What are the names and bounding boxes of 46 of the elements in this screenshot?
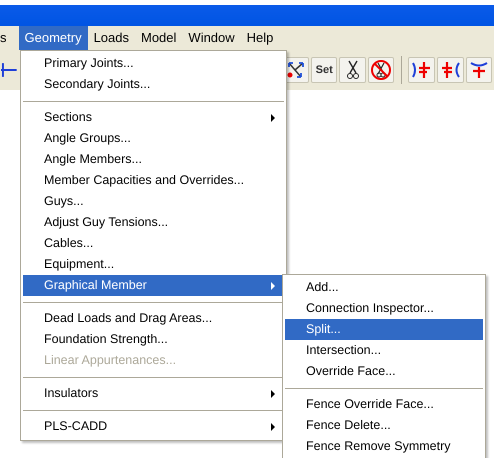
branch-arrows-icon <box>286 60 306 80</box>
menu-item[interactable]: Fence Delete... <box>285 415 483 436</box>
menu-item[interactable]: Split... <box>285 319 483 340</box>
submenu-arrow-icon <box>271 114 276 122</box>
menu-bar-item[interactable]: Geometry <box>18 26 88 50</box>
menu-item[interactable]: Graphical Member <box>23 275 284 296</box>
menu-item[interactable]: Secondary Joints... <box>23 74 284 95</box>
menu-item[interactable]: Dead Loads and Drag Areas... <box>23 308 284 329</box>
menu-item[interactable]: Intersection... <box>285 340 483 361</box>
member-split-icon <box>410 60 433 80</box>
menu-bar-item[interactable]: Window <box>182 26 241 50</box>
menu-item[interactable]: Fence Remove Symmetry <box>285 436 483 457</box>
no-scissors-icon <box>370 59 392 81</box>
menu-item[interactable]: Adjust Guy Tensions... <box>23 212 284 233</box>
menu-bar-item[interactable]: Help <box>240 26 280 50</box>
menu-bar-item[interactable]: Loads <box>88 26 135 50</box>
menu-item[interactable]: Add... <box>285 277 483 298</box>
toolbar-button[interactable] <box>339 57 366 83</box>
menu-item[interactable]: Foundation Strength... <box>23 329 284 350</box>
menu-item[interactable]: Primary Joints... <box>23 53 284 74</box>
toolbar-button[interactable] <box>408 57 435 83</box>
submenu-arrow-icon <box>271 390 276 398</box>
menu-item[interactable]: PLS-CADD <box>23 416 284 437</box>
menu-item[interactable]: Cables... <box>23 233 284 254</box>
joint-icon[interactable] <box>0 60 18 80</box>
menu-bar-item[interactable]: s <box>0 26 12 50</box>
toolbar-button[interactable] <box>436 57 464 83</box>
member-split-icon <box>468 60 490 80</box>
menu-item[interactable]: Insulators <box>23 383 284 404</box>
menu-bar-item[interactable]: Model <box>135 26 182 50</box>
member-split-icon <box>439 60 462 80</box>
submenu-arrow-icon <box>271 422 276 430</box>
menu-item[interactable]: Angle Groups... <box>23 128 284 149</box>
menu-item[interactable]: Equipment... <box>23 254 284 275</box>
submenu-arrow-icon <box>271 282 276 290</box>
menu-item[interactable]: Guys... <box>23 191 284 212</box>
scissors-icon <box>346 60 360 80</box>
menu-item[interactable]: Override Face... <box>285 361 483 382</box>
menu-item[interactable]: Angle Members... <box>23 149 284 170</box>
menu-item[interactable]: Fence Override Face... <box>285 394 483 415</box>
menu-item[interactable]: Sections <box>23 107 284 128</box>
menu-item[interactable]: Member Capacities and Overrides... <box>23 170 284 191</box>
toolbar-button[interactable]: Set <box>310 57 338 83</box>
toolbar-button[interactable] <box>466 57 492 83</box>
menu-item[interactable]: Connection Inspector... <box>285 298 483 319</box>
toolbar-button[interactable] <box>368 57 394 83</box>
